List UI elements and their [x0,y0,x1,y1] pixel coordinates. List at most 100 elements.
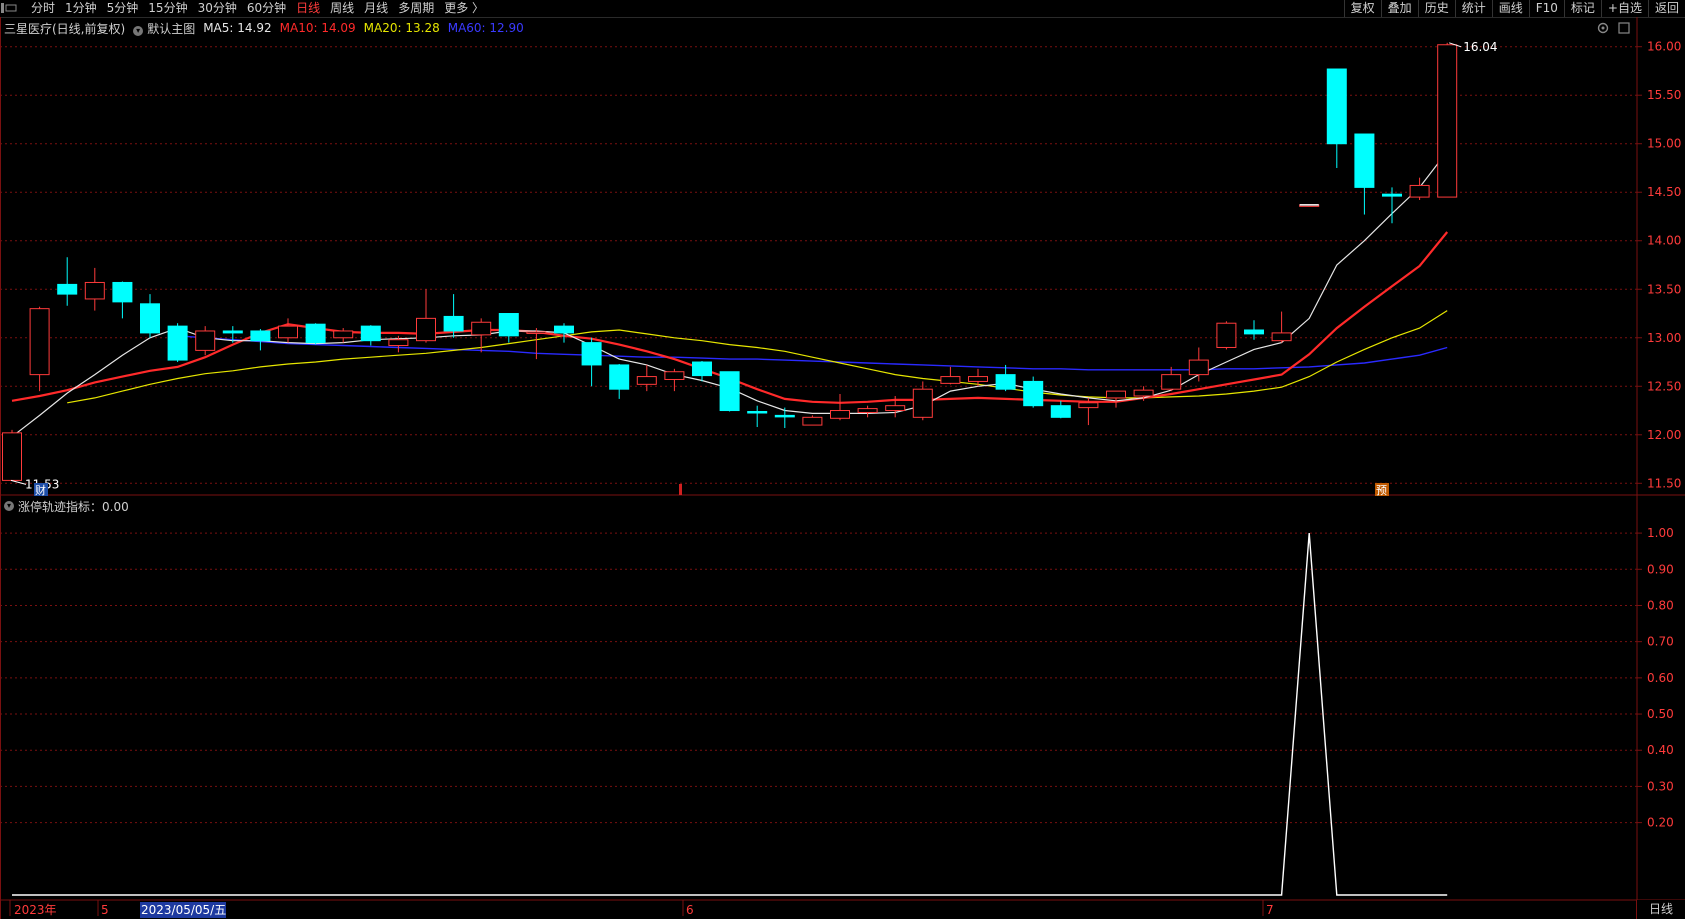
candle-body [581,342,602,366]
candle-body [305,323,326,344]
candle [278,318,298,343]
date-month-label: 7 [1266,903,1274,917]
main-y-tick-label: 12.00 [1647,428,1681,442]
candle-body [1050,405,1071,418]
candle [692,361,712,382]
candle-body [1161,374,1182,390]
main-y-tick-label: 11.50 [1647,476,1681,490]
candle [912,381,933,421]
candle-body [1326,68,1347,145]
candle [995,364,1016,392]
candle-body [84,281,105,300]
indicator-y-tick-label: 0.70 [1647,635,1674,649]
candle-body [940,376,961,384]
candle-body [802,416,823,426]
candle-body [388,339,409,347]
candle-body [1023,380,1044,407]
high-price-label: 16.04 [1463,40,1497,54]
cursor-date-label: 2023/05/05/五 [141,903,226,917]
indicator-y-tick-label: 1.00 [1647,526,1674,540]
date-year-label: 2023年 [14,903,57,917]
candle [250,329,271,351]
candle-body [471,321,492,336]
indicator-y-tick-label: 0.80 [1647,598,1674,612]
indicator-y-tick-label: 0.90 [1647,562,1674,576]
date-month-label: 6 [686,903,694,917]
candle [443,294,464,338]
candle-body [1271,332,1292,342]
candle-body [1354,133,1375,188]
candle [471,318,492,353]
candle-body [112,281,133,303]
main-y-tick-label: 14.00 [1647,234,1681,248]
main-y-tick-label: 16.00 [1647,40,1681,54]
candle-body [416,317,436,342]
candle-body [360,325,381,342]
event-marker-dot [679,484,682,495]
candle-body [278,325,298,339]
candle-body [857,408,878,413]
candle [360,325,381,346]
candle-body [29,308,50,376]
indicator-y-tick-label: 0.40 [1647,743,1674,757]
chart-canvas[interactable]: 11.50 12.00 12.50 13.00 13.50 14.00 14.50 15.00… [0,0,1685,919]
candle-body [1382,193,1402,197]
candle-body [968,376,988,382]
candle [1161,366,1182,392]
candle [167,323,188,363]
candle-body [333,330,354,339]
candle [1409,177,1430,200]
candle-body [1244,329,1264,335]
candle [802,415,823,426]
candle [416,289,436,343]
footer-period-tab[interactable]: 日线 [1636,900,1685,919]
candle-body [1133,389,1154,397]
candle-body [1188,359,1209,376]
candle [1244,320,1264,340]
main-y-tick-label: 13.00 [1647,331,1681,345]
main-y-tick-label: 14.50 [1647,185,1681,199]
candle [1382,187,1402,224]
candle-body [443,315,464,332]
candle [581,337,602,387]
candle [1437,42,1458,198]
candle [1023,376,1044,408]
candle [526,328,547,360]
candle-body [498,313,519,337]
candle-body [250,330,271,342]
candle [609,363,630,399]
candle-body [2,432,22,481]
candle [830,394,850,421]
candle [57,257,78,306]
candle [554,323,574,343]
forecast-marker-text: 预 [1376,484,1387,497]
candle [29,306,50,392]
date-month-label: 5 [101,903,109,917]
candle [84,267,105,311]
indicator-y-tick-label: 0.30 [1647,779,1674,793]
candle [1216,321,1237,350]
candle [719,371,740,412]
candle-body [222,330,243,334]
candle-body [609,364,630,390]
candle-body [664,371,685,380]
candle-body [1216,322,1237,348]
main-y-tick-label: 15.50 [1647,88,1681,102]
date-axis: 2023年 5 6 7 2023/05/05/五 [9,900,1274,918]
candle-body [995,374,1016,390]
candle-body [1106,390,1126,399]
candle-body [57,283,78,295]
candle-body [195,330,216,351]
candle [305,323,326,345]
candle-body [1078,402,1099,409]
indicator-y-tick-label: 0.20 [1647,816,1674,830]
indicator-y-tick-label: 0.60 [1647,671,1674,685]
candle [857,405,878,418]
candle-body [719,371,740,412]
candle [636,364,657,392]
candle-body [554,325,574,334]
candle-body [830,410,850,419]
candle [140,294,160,338]
candle-body [774,414,795,418]
candle [664,368,685,392]
